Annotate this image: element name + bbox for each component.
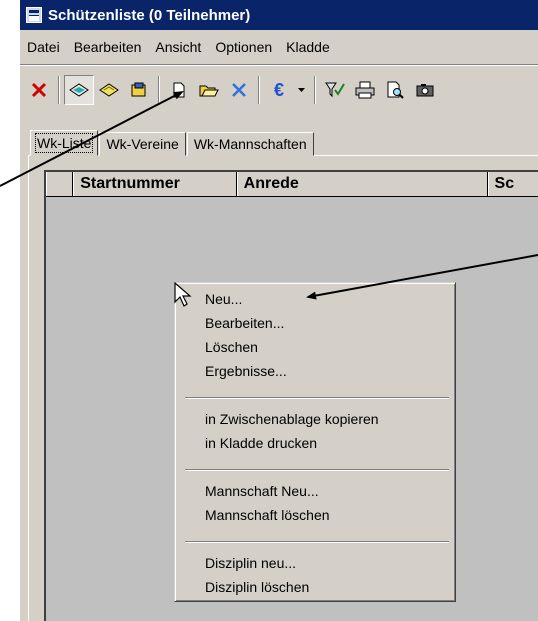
menu-kladde[interactable]: Kladde (279, 39, 337, 55)
tab-label: Wk-Vereine (106, 136, 179, 152)
menu-item-mannschaft-loeschen[interactable]: Mannschaft löschen (205, 507, 330, 523)
menu-item-ergebnisse[interactable]: Ergebnisse... (205, 363, 287, 379)
menu-item-neu[interactable]: Neu... (205, 291, 242, 307)
close-button[interactable] (24, 75, 54, 105)
camera-icon (416, 84, 434, 97)
menu-item-zwischenablage-kopieren[interactable]: in Zwischenablage kopieren (205, 411, 379, 427)
mouse-cursor-icon (174, 282, 192, 307)
tab-label: Wk-Liste (34, 133, 94, 153)
menu-separator (20, 64, 538, 66)
toolbar-separator (158, 76, 160, 104)
menu-datei[interactable]: Datei (20, 39, 67, 55)
euro-dropdown-button[interactable] (294, 75, 310, 105)
toolbar: € (20, 70, 538, 110)
menu-separator (185, 469, 449, 471)
menu-separator (185, 397, 449, 399)
view-icon (69, 83, 89, 97)
menu-item-kladde-drucken[interactable]: in Kladde drucken (205, 435, 317, 451)
view-button[interactable] (64, 75, 94, 105)
context-menu: Neu... Bearbeiten... Löschen Ergebnisse.… (174, 282, 456, 602)
menu-optionen[interactable]: Optionen (208, 39, 279, 55)
book-button[interactable] (124, 75, 154, 105)
open-book-icon (99, 83, 119, 97)
column-header-anrede[interactable]: Anrede (236, 172, 488, 196)
print-preview-icon (387, 81, 404, 99)
tab-wk-mannschaften[interactable]: Wk-Mannschaften (186, 132, 314, 156)
delete-button[interactable] (224, 75, 254, 105)
menu-ansicht[interactable]: Ansicht (148, 39, 208, 55)
toolbar-separator (58, 76, 60, 104)
tab-strip: Wk-Liste Wk-Vereine Wk-Mannschaften (30, 130, 315, 156)
euro-icon: € (273, 79, 284, 100)
camera-button[interactable] (410, 75, 440, 105)
filter-button[interactable] (320, 75, 350, 105)
row-header-cell (46, 172, 74, 196)
dropdown-arrow-icon (298, 88, 305, 92)
window-title: Schützenliste (0 Teilnehmer) (48, 6, 251, 24)
menu-item-loeschen[interactable]: Löschen (205, 339, 258, 355)
menu-item-mannschaft-neu[interactable]: Mannschaft Neu... (205, 483, 319, 499)
new-button[interactable] (164, 75, 194, 105)
column-header-startnummer[interactable]: Startnummer (73, 172, 237, 196)
tab-label: Wk-Mannschaften (193, 136, 307, 152)
open-button[interactable] (194, 75, 224, 105)
column-header-sc[interactable]: Sc (487, 172, 538, 196)
grid-header: Startnummer Anrede Sc (46, 172, 538, 197)
print-preview-button[interactable] (380, 75, 410, 105)
menu-item-disziplin-loeschen[interactable]: Disziplin löschen (205, 579, 309, 595)
menu-item-disziplin-neu[interactable]: Disziplin neu... (205, 555, 296, 571)
menu-bar: Datei Bearbeiten Ansicht Optionen Kladde (20, 34, 538, 60)
toolbar-separator (258, 76, 260, 104)
euro-button[interactable]: € (264, 75, 294, 105)
print-icon (355, 81, 375, 99)
open-folder-icon (199, 85, 219, 97)
menu-separator (185, 541, 449, 543)
menu-item-bearbeiten[interactable]: Bearbeiten... (205, 315, 284, 331)
menu-bearbeiten[interactable]: Bearbeiten (67, 39, 149, 55)
open-book-button[interactable] (94, 75, 124, 105)
title-bar[interactable]: Schützenliste (0 Teilnehmer) (20, 0, 538, 30)
filter-icon (325, 82, 345, 98)
delete-icon (232, 83, 246, 97)
app-icon (26, 7, 42, 23)
tab-wk-liste[interactable]: Wk-Liste (30, 130, 99, 156)
book-icon (131, 82, 146, 97)
new-document-icon (173, 82, 185, 98)
close-icon (31, 82, 47, 98)
toolbar-separator (314, 76, 316, 104)
print-button[interactable] (350, 75, 380, 105)
tab-wk-vereine[interactable]: Wk-Vereine (99, 132, 186, 156)
